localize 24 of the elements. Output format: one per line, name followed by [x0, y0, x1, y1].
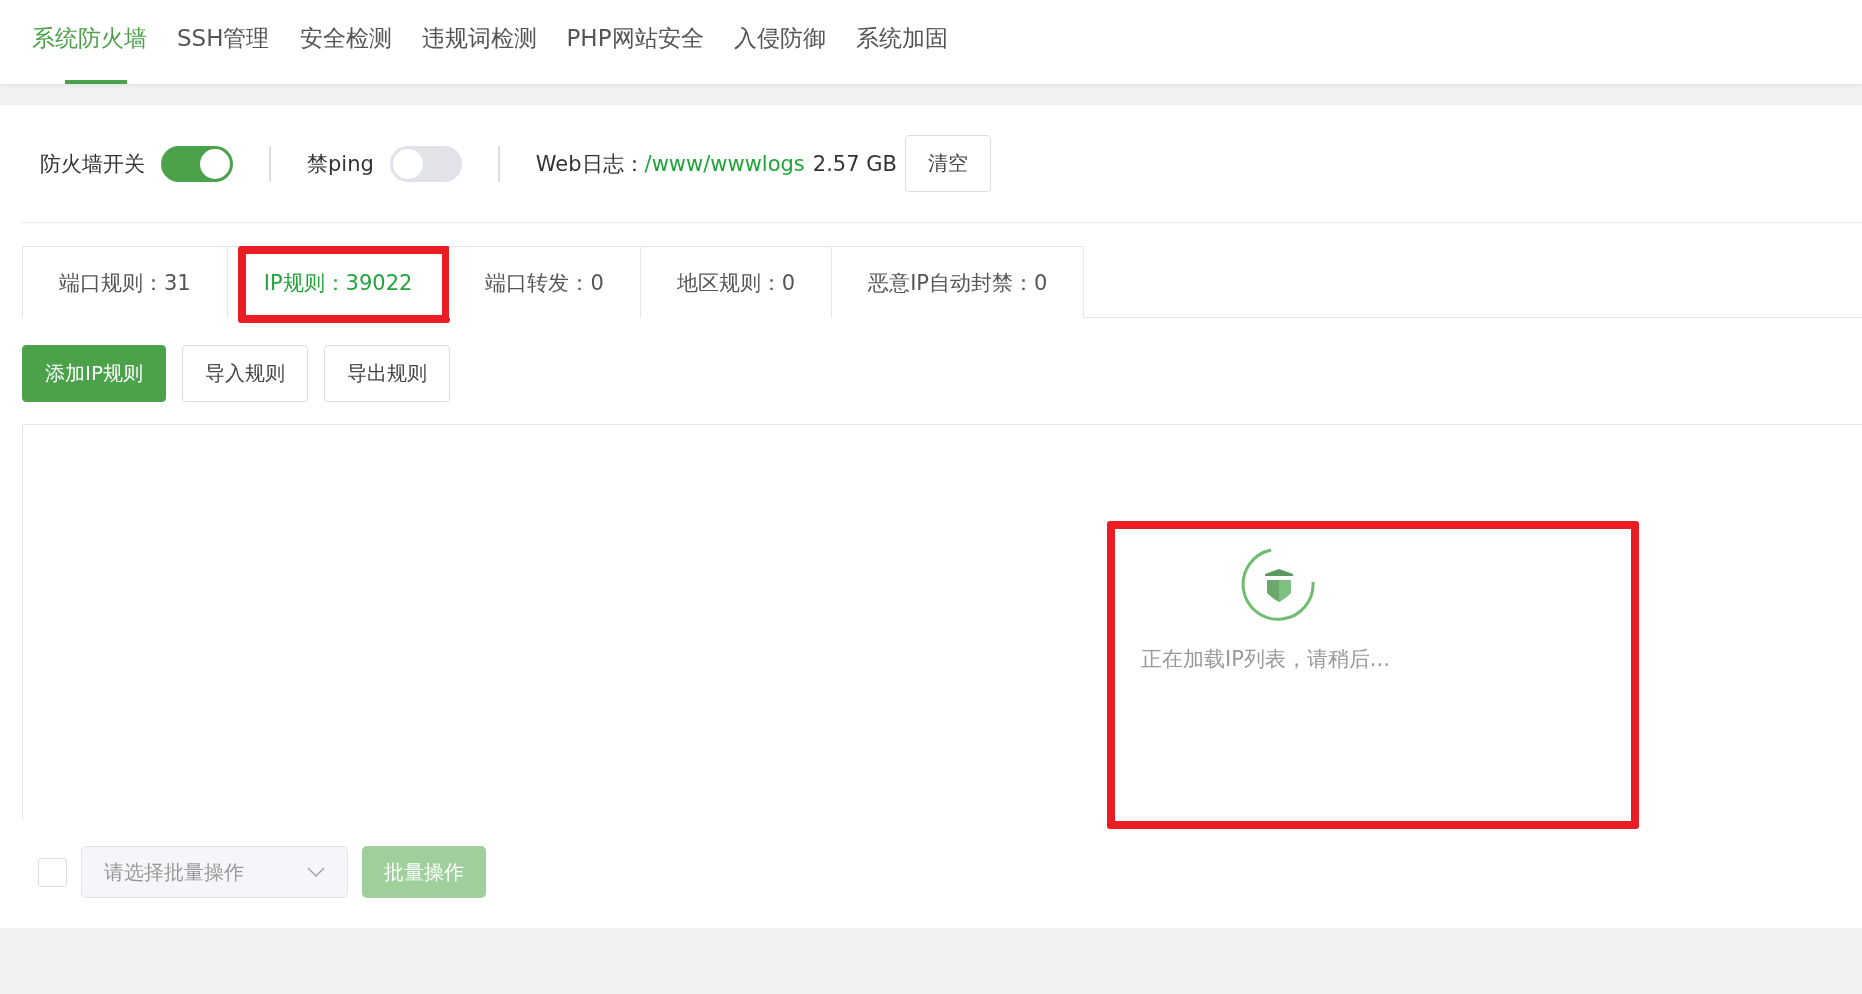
select-all-checkbox[interactable] [38, 857, 67, 887]
nav-tab[interactable]: 系统加固 [855, 0, 948, 84]
nav-tab[interactable]: 违规词检测 [421, 0, 537, 84]
web-log-label: Web日志： [535, 150, 645, 178]
rule-tab[interactable]: 恶意IP自动封禁：0 [832, 246, 1085, 318]
rule-tab[interactable]: 端口规则：31 [22, 246, 228, 318]
firewall-switch[interactable] [161, 145, 233, 182]
chevron-down-icon [307, 867, 325, 877]
ping-switch[interactable] [389, 145, 462, 182]
nav-tab[interactable]: 安全检测 [299, 0, 392, 84]
active-tab-underline [65, 80, 127, 84]
clear-button[interactable]: 清空 [904, 135, 991, 192]
nav-tab[interactable]: PHP网站安全 [566, 0, 704, 84]
action-button[interactable]: 导出规则 [323, 345, 450, 402]
rule-tab[interactable]: 地区规则：0 [640, 246, 833, 318]
switch-label: 禁ping [307, 150, 374, 178]
rule-tab[interactable]: 端口转发：0 [449, 246, 641, 318]
action-button[interactable]: 导入规则 [181, 345, 308, 402]
switch-label: 防火墙开关 [40, 150, 145, 178]
log-size: 2.57 GB [812, 151, 897, 176]
loading-message: 正在加载IP列表，请稍后... [1141, 646, 1390, 673]
nav-tab[interactable]: 入侵防御 [733, 0, 826, 84]
loading-shield-icon [1241, 547, 1317, 623]
nav-tab[interactable]: SSH管理 [177, 0, 270, 84]
